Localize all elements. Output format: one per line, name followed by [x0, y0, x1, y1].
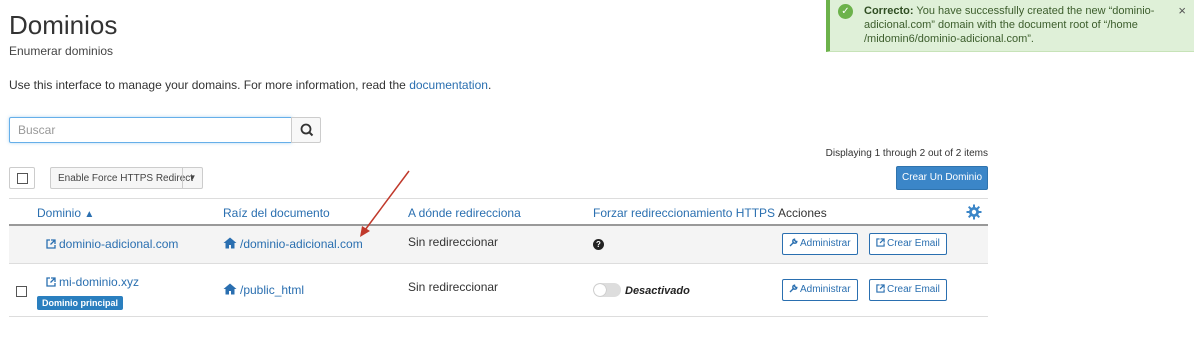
- column-redirect[interactable]: A dónde redirecciona: [408, 206, 521, 220]
- docroot-path: /dominio-adicional.com: [240, 237, 363, 251]
- external-link-icon: [46, 239, 56, 249]
- https-redirect-label: Enable Force HTTPS Redirect: [58, 173, 194, 184]
- sort-up-icon: ▲: [84, 209, 95, 220]
- toggle-knob: [594, 284, 606, 296]
- home-icon: [223, 237, 237, 249]
- domain-link[interactable]: mi-dominio.xyz: [46, 275, 139, 289]
- external-link-icon: [876, 284, 885, 293]
- manage-button[interactable]: Administrar: [782, 233, 858, 255]
- column-domain-label: Dominio: [37, 206, 82, 220]
- search-input[interactable]: [9, 117, 292, 143]
- alert-strong: Correcto:: [864, 5, 914, 17]
- manage-button[interactable]: Administrar: [782, 279, 858, 301]
- column-actions: Acciones: [778, 206, 827, 220]
- table-row: dominio-adicional.com /dominio-adicional…: [9, 226, 988, 264]
- https-redirect-button[interactable]: Enable Force HTTPS Redirect ▼: [50, 167, 203, 189]
- intro-body: Use this interface to manage your domain…: [9, 78, 410, 92]
- close-icon[interactable]: ×: [1178, 3, 1186, 18]
- domain-name: dominio-adicional.com: [59, 237, 179, 251]
- domain-name: mi-dominio.xyz: [59, 275, 140, 289]
- alert-message: Correcto: You have successfully created …: [864, 4, 1164, 46]
- home-icon: [223, 283, 237, 295]
- documentation-link[interactable]: documentation: [409, 78, 488, 92]
- pagination-summary: Displaying 1 through 2 out of 2 items: [825, 148, 988, 159]
- https-toggle[interactable]: [593, 283, 621, 297]
- manage-label: Administrar: [800, 284, 851, 295]
- wrench-icon: [789, 238, 798, 247]
- page-title: Dominios: [9, 10, 118, 40]
- row-checkbox[interactable]: [16, 286, 27, 297]
- select-all-checkbox[interactable]: [9, 167, 35, 189]
- primary-domain-badge: Dominio principal: [37, 296, 124, 310]
- create-email-button[interactable]: Crear Email: [869, 279, 947, 301]
- success-alert: ✓ Correcto: You have successfully create…: [826, 0, 1194, 52]
- https-status: Desactivado: [625, 285, 690, 297]
- create-email-label: Crear Email: [887, 284, 940, 295]
- domain-link[interactable]: dominio-adicional.com: [46, 237, 178, 251]
- column-docroot[interactable]: Raíz del documento: [223, 206, 330, 220]
- intro-text: Use this interface to manage your domain…: [9, 78, 491, 92]
- table-row: mi-dominio.xyz Dominio principal /public…: [9, 264, 988, 317]
- create-email-label: Crear Email: [887, 238, 940, 249]
- page-subtitle: Enumerar dominios: [9, 44, 114, 58]
- column-https[interactable]: Forzar redireccionamiento HTTPS: [593, 206, 775, 220]
- external-link-icon: [46, 277, 56, 287]
- search-button[interactable]: [291, 117, 321, 143]
- external-link-icon: [876, 238, 885, 247]
- help-icon[interactable]: ?: [593, 239, 604, 250]
- docroot-link[interactable]: /public_html: [223, 283, 304, 297]
- column-domain[interactable]: Dominio ▲: [37, 206, 94, 220]
- manage-label: Administrar: [800, 238, 851, 249]
- search-bar: [9, 117, 321, 143]
- check-circle-icon: ✓: [838, 4, 853, 19]
- intro-suffix: .: [487, 78, 492, 92]
- checkbox-box: [17, 173, 28, 184]
- redirect-value: Sin redireccionar: [408, 235, 499, 249]
- docroot-path: /public_html: [240, 283, 305, 297]
- redirect-value: Sin redireccionar: [408, 280, 499, 294]
- search-icon: [300, 123, 314, 137]
- create-domain-button[interactable]: Crear Un Dominio: [896, 166, 988, 190]
- domains-table: Dominio ▲ Raíz del documento A dónde red…: [9, 198, 988, 317]
- table-header: Dominio ▲ Raíz del documento A dónde red…: [9, 198, 988, 226]
- wrench-icon: [789, 284, 798, 293]
- docroot-link[interactable]: /dominio-adicional.com: [223, 237, 363, 251]
- create-email-button[interactable]: Crear Email: [869, 233, 947, 255]
- gear-icon[interactable]: [966, 204, 982, 220]
- caret-down-icon[interactable]: ▼: [182, 168, 202, 188]
